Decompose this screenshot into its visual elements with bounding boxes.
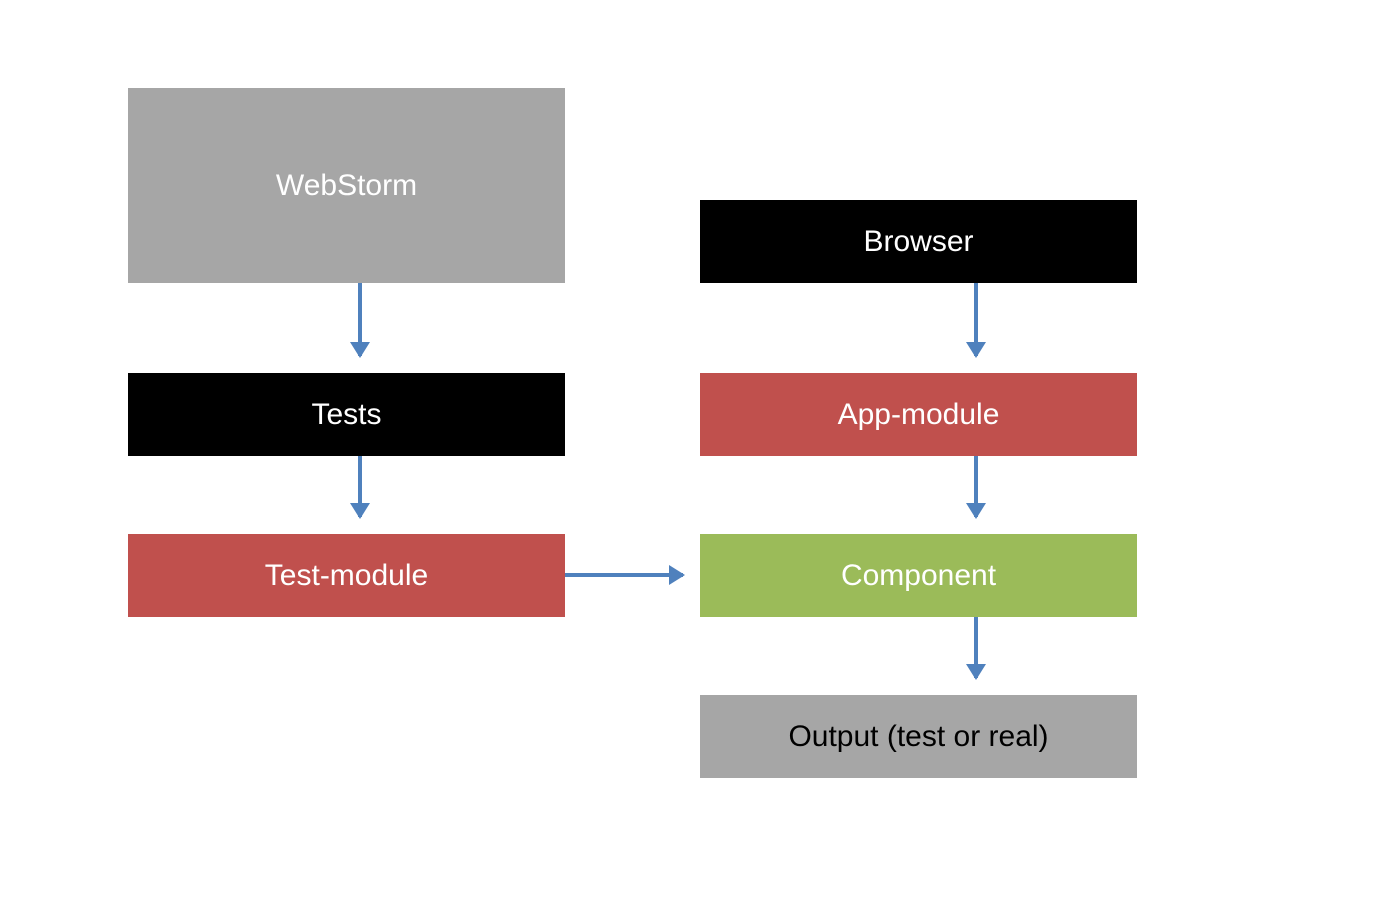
arrow-app-module-to-component xyxy=(974,456,978,517)
node-app-module-label: App-module xyxy=(838,398,1000,432)
arrow-component-to-output xyxy=(974,617,978,678)
node-test-module: Test-module xyxy=(128,534,565,617)
node-browser-label: Browser xyxy=(863,225,973,259)
node-component-label: Component xyxy=(841,559,996,593)
node-webstorm: WebStorm xyxy=(128,88,565,283)
node-app-module: App-module xyxy=(700,373,1137,456)
arrow-test-module-to-component xyxy=(565,573,683,577)
node-tests-label: Tests xyxy=(311,398,381,432)
node-tests: Tests xyxy=(128,373,565,456)
node-output-label: Output (test or real) xyxy=(788,720,1048,754)
arrow-tests-to-test-module xyxy=(358,456,362,517)
arrow-browser-to-app-module xyxy=(974,283,978,356)
node-test-module-label: Test-module xyxy=(265,559,428,593)
node-component: Component xyxy=(700,534,1137,617)
node-browser: Browser xyxy=(700,200,1137,283)
node-output: Output (test or real) xyxy=(700,695,1137,778)
arrow-webstorm-to-tests xyxy=(358,283,362,356)
node-webstorm-label: WebStorm xyxy=(276,169,417,203)
